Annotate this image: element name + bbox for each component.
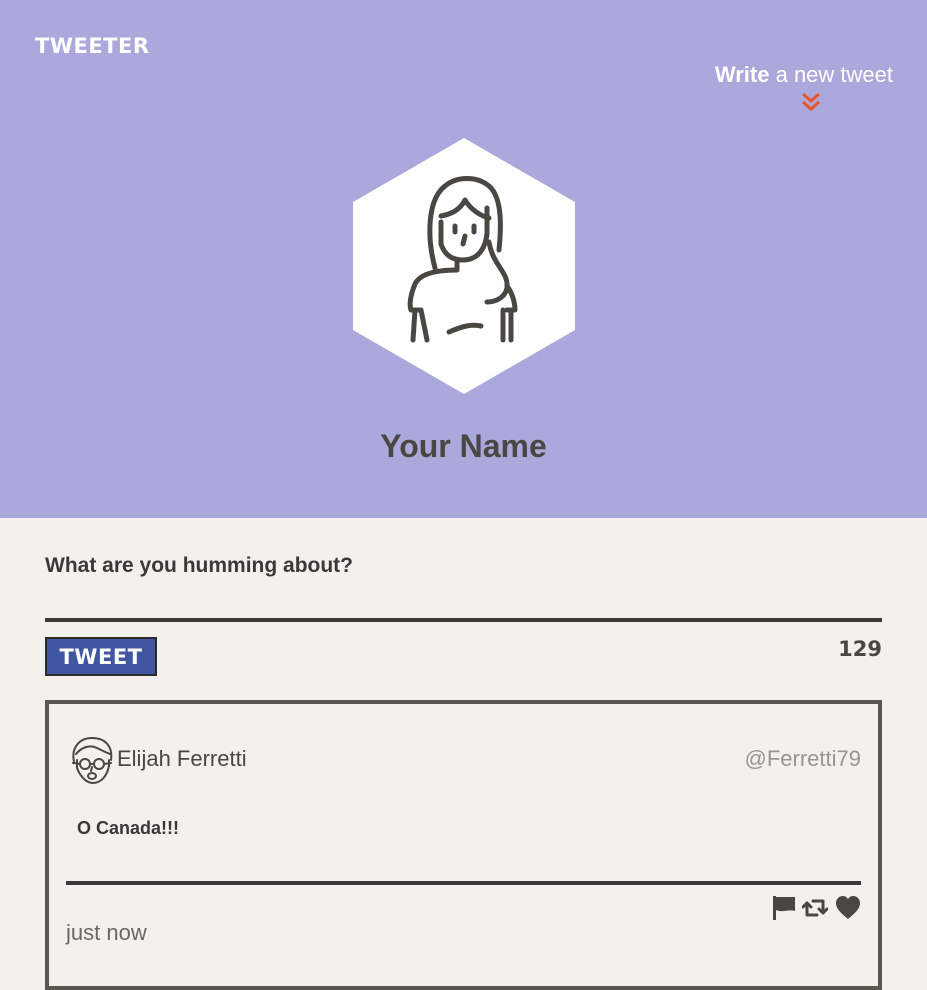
man-with-glasses-avatar-icon [72, 737, 113, 784]
new-tweet-label: a new tweet [769, 62, 893, 87]
tweet-divider [66, 881, 861, 885]
heart-icon[interactable] [835, 895, 861, 921]
app-logo[interactable]: TWEETER [35, 34, 150, 58]
tweet-content: O Canada!!! [77, 818, 180, 838]
character-counter: 129 [838, 637, 882, 661]
write-new-tweet-toggle[interactable]: Write a new tweet [715, 62, 893, 88]
flag-icon[interactable] [771, 895, 797, 921]
compose-label: What are you humming about? [45, 554, 353, 577]
tweet-timestamp: just now [66, 920, 147, 945]
tweet-textarea[interactable] [45, 590, 882, 622]
tweet-card [45, 700, 882, 990]
write-label: Write [714, 62, 770, 87]
tweet-button[interactable]: TWEET [45, 637, 157, 676]
double-chevron-down-icon[interactable] [800, 91, 822, 113]
tweet-actions [771, 895, 863, 921]
tweet-author-name[interactable]: Elijah Ferretti [117, 746, 247, 772]
profile-avatar [353, 138, 575, 394]
tweet-author-handle[interactable]: @Ferretti79 [745, 746, 861, 772]
profile-name: Your Name [380, 428, 547, 464]
profile-header: TWEETER Write a new tweet Your Name [0, 0, 927, 518]
retweet-icon[interactable] [802, 895, 828, 921]
